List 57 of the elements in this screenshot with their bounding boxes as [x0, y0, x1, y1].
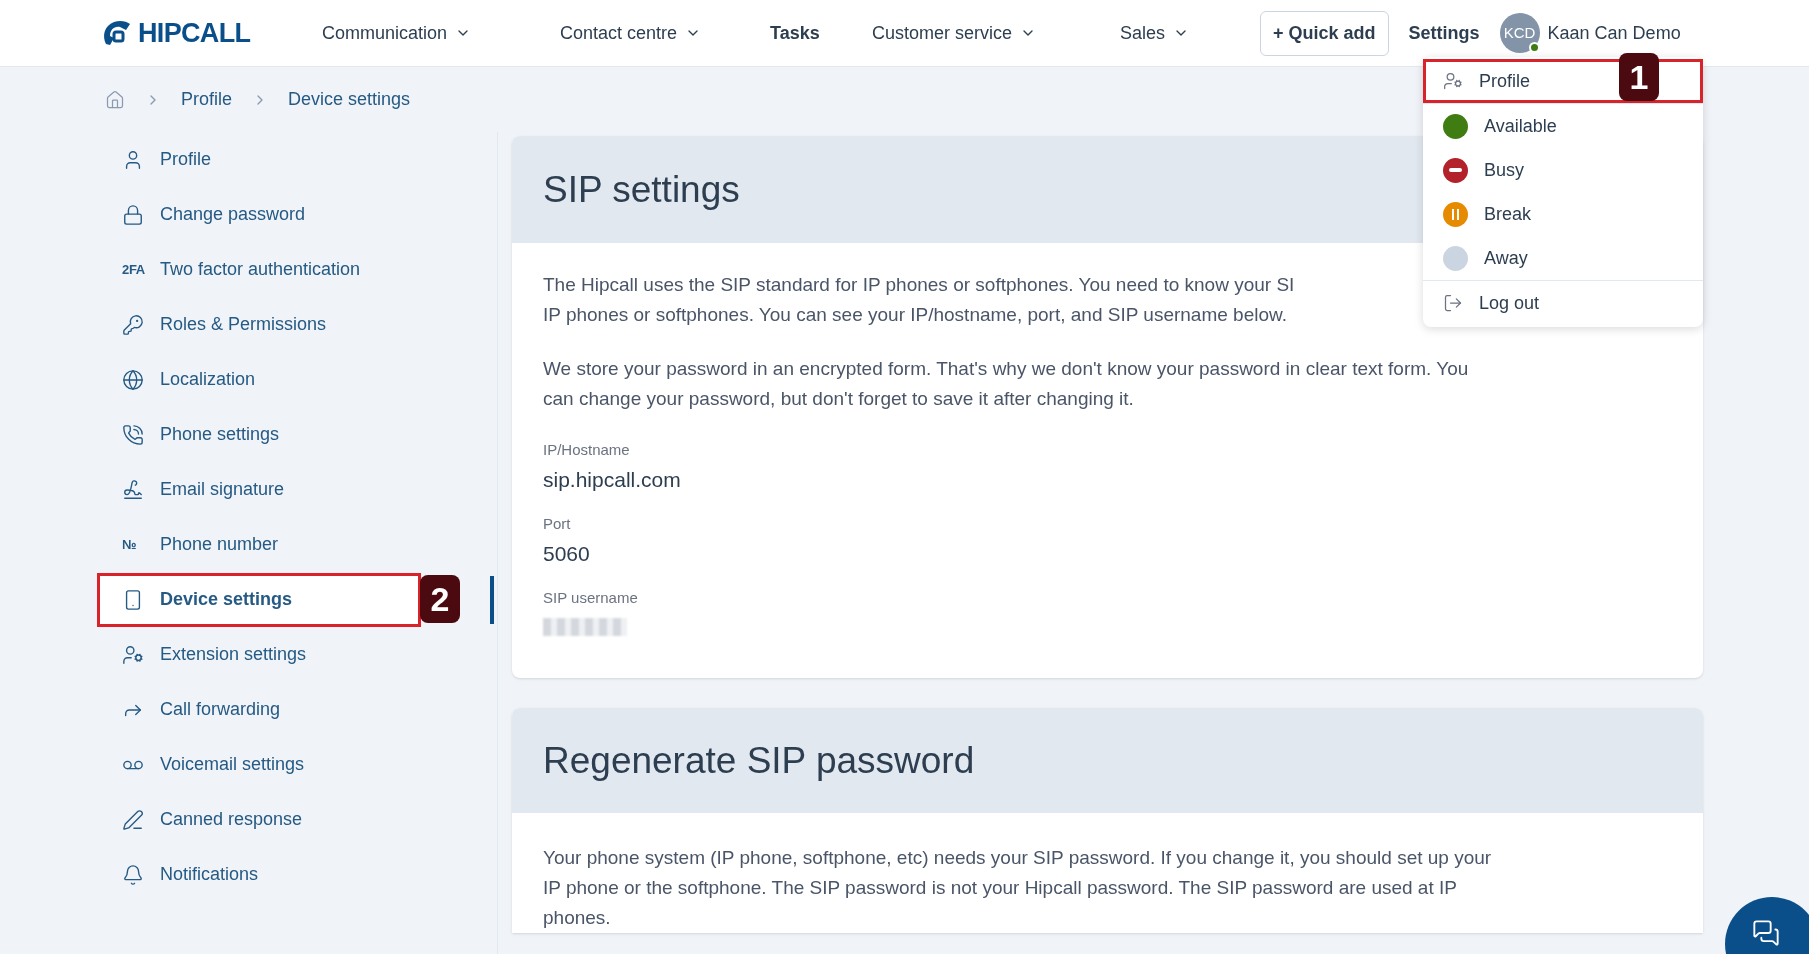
sidebar-item[interactable]: Email signature: [100, 465, 418, 514]
field-label: Port: [543, 514, 571, 534]
settings-link[interactable]: Settings: [1408, 19, 1480, 47]
sidebar-item[interactable]: Extension settings: [100, 630, 418, 679]
sidebar-item[interactable]: Device settings: [100, 575, 418, 624]
status-option[interactable]: Away: [1423, 236, 1703, 280]
status-option[interactable]: Busy: [1423, 148, 1703, 192]
annotation-badge: 1: [1619, 53, 1659, 101]
description-paragraph: The Hipcall uses the SIP standard for IP phones or softphones. You need to know your SI IP phones or softphones. You can see your IP/hostname, port, and SIP username below.: [543, 273, 1295, 327]
field-value: 5060: [543, 541, 590, 567]
breadcrumb-link[interactable]: Device settings: [288, 86, 411, 113]
sidebar-item[interactable]: Localization: [100, 355, 418, 404]
card-title: SIP settings: [543, 167, 740, 212]
key-icon: [122, 313, 144, 336]
user-gear-icon: [1443, 71, 1463, 91]
nav-menu[interactable]: Customer service: [872, 19, 1120, 47]
breadcrumb-link[interactable]: Profile: [181, 86, 233, 113]
status-option[interactable]: Available: [1423, 104, 1703, 148]
phone-icon: [122, 423, 144, 446]
sidebar-item[interactable]: Roles & Permissions: [100, 300, 418, 349]
bell-icon: [122, 863, 144, 886]
description-paragraph: Your phone system (IP phone, softphone, etc) needs your SIP password. If you change it, you should set up your IP phone or the softphone. The SIP password is not your Hipcall password. The SIP password are used at IP phones.: [543, 846, 1492, 930]
sidebar-item[interactable]: Call forwarding: [100, 685, 418, 734]
field-label: SIP username: [543, 588, 638, 608]
sidebar-item[interactable]: № Phone number: [100, 520, 418, 569]
menu-item[interactable]: Log out: [1423, 281, 1703, 325]
status-option[interactable]: Break: [1423, 192, 1703, 236]
sidebar-item[interactable]: Notifications: [100, 850, 418, 899]
sidebar-item[interactable]: Change password: [100, 190, 418, 239]
user-gear-icon: [122, 643, 144, 666]
active-indicator: [490, 576, 494, 624]
home-icon[interactable]: [105, 89, 125, 110]
logout-icon: [1443, 293, 1463, 313]
text-icon: №: [122, 534, 144, 555]
description-paragraph: We store your password in an encrypted form. That's why we don't know your password in clear text form. You can change your password, but don't forget to save it after changing it.: [543, 357, 1469, 411]
sidebar-item[interactable]: 2FA Two factor authentication: [100, 245, 418, 294]
nav-menu[interactable]: Tasks: [770, 19, 872, 47]
quick-add-button[interactable]: + Quick add: [1260, 10, 1389, 56]
card-title: Regenerate SIP password: [543, 738, 975, 783]
signature-icon: [122, 478, 144, 501]
sidebar-item[interactable]: Voicemail settings: [100, 740, 418, 789]
field-label: IP/Hostname: [543, 440, 630, 460]
globe-icon: [122, 368, 144, 391]
chat-icon: [1752, 919, 1780, 947]
nav-menu[interactable]: Contact centre: [560, 19, 770, 47]
pen-icon: [122, 808, 144, 831]
field-value: sip.hipcall.com: [543, 467, 681, 493]
user-name[interactable]: Kaan Can Demo: [1547, 19, 1681, 47]
annotation-badge: 2: [420, 575, 460, 623]
nav-menu[interactable]: Sales: [1120, 19, 1260, 47]
lock-icon: [122, 203, 144, 226]
text-icon: 2FA: [122, 259, 144, 280]
nav-menu[interactable]: Communication: [322, 19, 560, 47]
sidebar-item[interactable]: Profile: [100, 135, 418, 184]
logo-text: HIPCALL: [138, 16, 251, 50]
sidebar-item[interactable]: Canned response: [100, 795, 418, 844]
sidebar-item[interactable]: Phone settings: [100, 410, 418, 459]
